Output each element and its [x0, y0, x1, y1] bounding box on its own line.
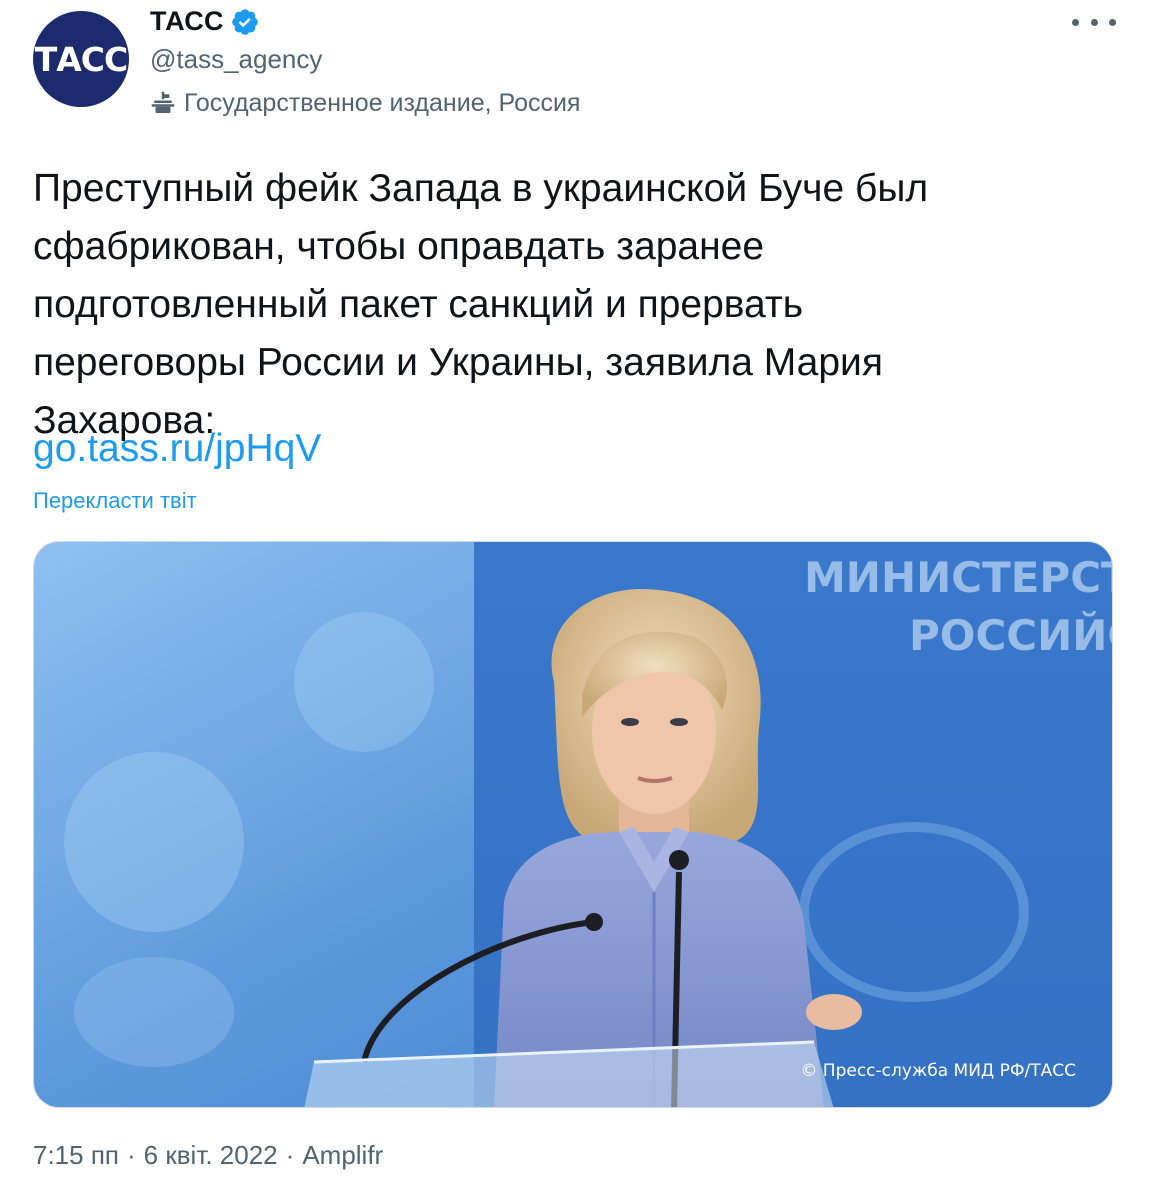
- more-options-icon[interactable]: [1072, 10, 1116, 34]
- avatar[interactable]: ТАСС: [33, 11, 129, 107]
- wall-text-line2: РОССИЙСК: [909, 610, 1113, 660]
- avatar-logo-text: ТАСС: [34, 39, 128, 79]
- tweet-meta: 7:15 пп · 6 квіт. 2022 · Amplifr: [33, 1140, 383, 1171]
- author-name-row: ТАСС: [150, 6, 260, 37]
- tweet-date[interactable]: 6 квіт. 2022: [144, 1140, 278, 1171]
- translate-tweet-link[interactable]: Перекласти твіт: [33, 488, 197, 514]
- meta-separator: ·: [285, 1140, 295, 1170]
- more-dot: [1109, 18, 1116, 26]
- photo-credit: © Пресс-служба МИД РФ/ТАСС: [800, 1061, 1076, 1081]
- state-media-icon: [151, 91, 175, 113]
- tweet-link[interactable]: go.tass.ru/jpHqV: [33, 420, 321, 478]
- display-name[interactable]: ТАСС: [150, 6, 224, 37]
- state-media-label[interactable]: Государственное издание, Россия: [148, 88, 580, 118]
- state-media-label-text: Государственное издание, Россия: [184, 88, 581, 117]
- account-handle[interactable]: @tass_agency: [150, 44, 322, 75]
- meta-separator: ·: [127, 1140, 136, 1170]
- wall-text-line1: МИНИСТЕРСТВО: [804, 553, 1113, 602]
- photo-illustration: МИНИСТЕРСТВО РОССИЙСК: [34, 542, 1113, 1107]
- tweet-time[interactable]: 7:15 пп: [33, 1140, 119, 1171]
- verified-badge-icon: [232, 8, 258, 35]
- tweet-text: Преступный фейк Запада в украинской Буче…: [33, 167, 929, 442]
- tweet-photo[interactable]: МИНИСТЕРСТВО РОССИЙСК © Пресс-служба МИД…: [33, 541, 1113, 1108]
- tweet-source[interactable]: Amplifr: [302, 1140, 383, 1171]
- more-dot: [1072, 18, 1079, 26]
- more-dot: [1090, 18, 1098, 26]
